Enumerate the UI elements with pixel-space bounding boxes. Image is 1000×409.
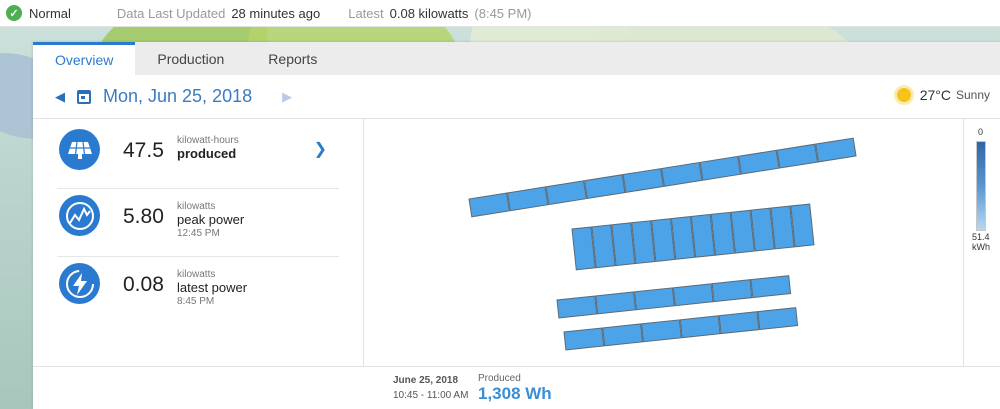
solar-panel[interactable]	[602, 323, 644, 347]
stat-latest-power: 0.08 kilowatts latest power 8:45 PM	[57, 257, 339, 327]
solar-panel[interactable]	[545, 180, 587, 206]
scale-bottom-label: 51.4 kWh	[972, 232, 990, 252]
previous-day-icon[interactable]: ◀	[55, 89, 65, 105]
solar-panel[interactable]	[757, 307, 799, 331]
peak-power-label: peak power	[177, 212, 245, 227]
solar-panel[interactable]	[738, 149, 780, 175]
solar-panel[interactable]	[815, 137, 857, 163]
status-state: Normal	[29, 5, 71, 21]
scale-gradient	[976, 141, 986, 231]
peak-power-time: 12:45 PM	[177, 228, 220, 239]
sun-icon	[896, 88, 911, 102]
scale-bottom-value: 51.4	[972, 232, 990, 242]
weather-condition: Sunny	[955, 88, 990, 102]
scale-top-label: 0	[978, 127, 984, 137]
last-updated-label: Data Last Updated	[116, 5, 226, 21]
solar-panel[interactable]	[670, 216, 696, 260]
peak-power-unit: kilowatts	[177, 201, 216, 212]
next-day-icon[interactable]: ▶	[282, 89, 292, 105]
solar-panel[interactable]	[770, 205, 795, 250]
solar-panel[interactable]	[750, 275, 792, 299]
status-bar: ✓ Normal Data Last Updated 28 minutes ag…	[0, 0, 1000, 27]
latest-power-value: 0.08	[123, 273, 164, 296]
tab-bar: Overview Production Reports	[33, 42, 1000, 75]
tab-reports[interactable]: Reports	[246, 42, 339, 75]
solar-panel[interactable]	[506, 186, 549, 212]
solar-panel[interactable]	[595, 291, 637, 315]
panel-array-map	[364, 119, 964, 366]
interval-footer: June 25, 2018 10:45 - 11:00 AM Produced …	[33, 366, 1000, 409]
scale-bottom-unit: kWh	[972, 242, 990, 252]
solar-panel-icon	[59, 129, 100, 170]
peak-power-value: 5.80	[123, 205, 164, 228]
solar-panel[interactable]	[583, 174, 626, 200]
solar-panel[interactable]	[634, 287, 675, 311]
produced-label: produced	[177, 146, 237, 161]
solar-panel[interactable]	[641, 319, 682, 343]
current-date[interactable]: Mon, Jun 25, 2018	[103, 86, 252, 107]
overview-card: Overview Production Reports ◀ Mon, Jun 2…	[33, 42, 1000, 409]
panel-array-svg	[468, 137, 857, 351]
panel-row-2	[571, 203, 815, 271]
produced-value-footer: 1,308 Wh	[478, 384, 552, 403]
interval-time: 10:45 - 11:00 AM	[393, 390, 469, 401]
latest-power-unit: kilowatts	[177, 269, 216, 280]
lightning-icon	[59, 263, 100, 304]
latest-time: (8:45 PM)	[474, 5, 532, 21]
solar-panel[interactable]	[711, 279, 753, 303]
solar-panel[interactable]	[690, 213, 716, 258]
solar-panel[interactable]	[661, 161, 703, 187]
temperature: 27°C	[919, 87, 951, 103]
tab-overview[interactable]: Overview	[33, 42, 136, 75]
solar-panel[interactable]	[699, 155, 742, 181]
solar-panel[interactable]	[631, 220, 656, 265]
solar-panel[interactable]	[790, 203, 815, 248]
last-updated-value: 28 minutes ago	[231, 5, 321, 21]
solar-panel[interactable]	[591, 224, 616, 269]
solar-panel[interactable]	[556, 295, 598, 319]
solar-panel[interactable]	[718, 311, 760, 335]
energy-scale: 0 51.4 kWh	[964, 119, 1000, 366]
solar-panel[interactable]	[611, 222, 636, 267]
solar-panel[interactable]	[710, 211, 735, 256]
latest-value: 0.08 kilowatts	[389, 5, 469, 21]
tab-production[interactable]: Production	[135, 42, 246, 75]
solar-panel[interactable]	[750, 207, 775, 252]
latest-power-label: latest power	[177, 280, 248, 295]
solar-panel[interactable]	[651, 218, 676, 262]
stat-peak-power: 5.80 kilowatts peak power 12:45 PM	[57, 189, 339, 257]
date-bar: ◀ Mon, Jun 25, 2018 ▶ 27°C Sunny	[33, 75, 1000, 119]
solar-panel[interactable]	[622, 168, 664, 193]
produced-value: 47.5	[123, 139, 164, 162]
status-check-icon: ✓	[6, 5, 22, 21]
solar-panel[interactable]	[563, 327, 605, 351]
produced-unit: kilowatt-hours	[177, 135, 239, 146]
solar-panel[interactable]	[672, 283, 714, 307]
solar-panel[interactable]	[776, 143, 819, 169]
peak-power-icon	[59, 195, 100, 236]
latest-power-time: 8:45 PM	[177, 296, 215, 307]
solar-panel[interactable]	[730, 209, 755, 254]
solar-panel[interactable]	[468, 192, 510, 218]
chevron-right-icon[interactable]: ❯	[314, 139, 327, 159]
latest-label: Latest	[348, 5, 384, 21]
calendar-icon[interactable]	[77, 89, 91, 104]
weather: 27°C Sunny	[896, 87, 990, 103]
interval-date: June 25, 2018	[393, 375, 459, 386]
produced-label-footer: Produced	[478, 373, 521, 384]
solar-panel[interactable]	[679, 315, 721, 339]
stat-produced[interactable]: 47.5 kilowatt-hours produced ❯	[57, 123, 339, 189]
solar-panel[interactable]	[571, 226, 596, 271]
stats-panel: 47.5 kilowatt-hours produced ❯ 5.80 kilo…	[33, 119, 364, 366]
